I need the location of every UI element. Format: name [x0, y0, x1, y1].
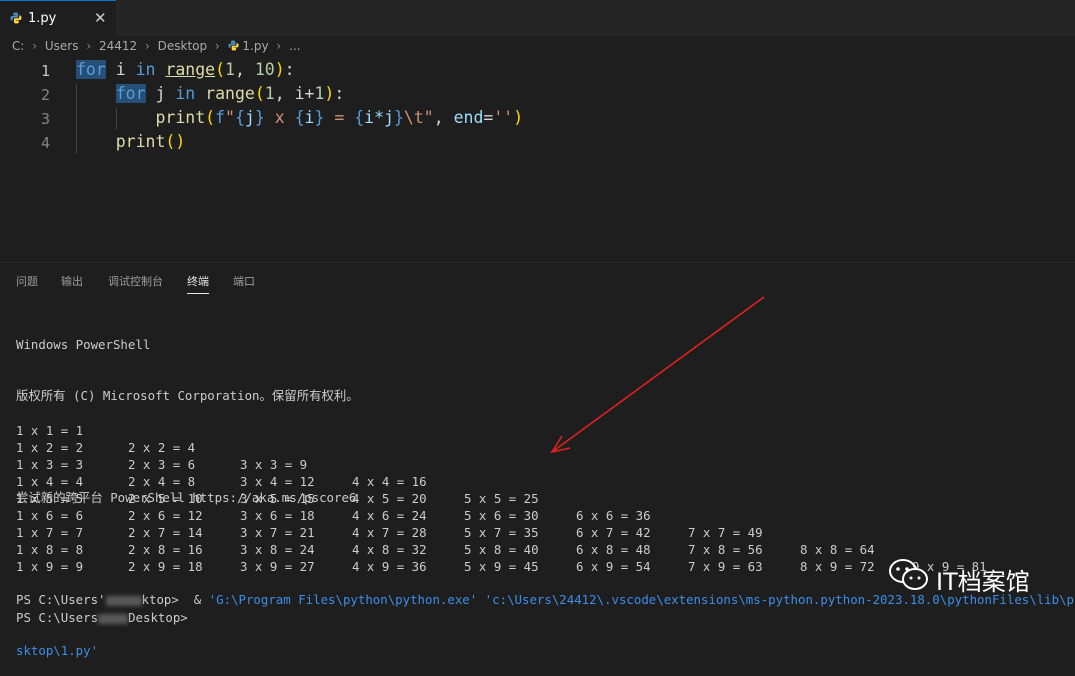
watermark: IT档案馆 [888, 557, 1068, 597]
terminal-line: sktop\1.py' [16, 642, 1075, 659]
watermark-text: IT档案馆 [936, 568, 1030, 596]
command-text: sktop\1.py' [16, 643, 99, 658]
wechat-icon [889, 559, 928, 590]
annotation-arrow [550, 296, 765, 454]
